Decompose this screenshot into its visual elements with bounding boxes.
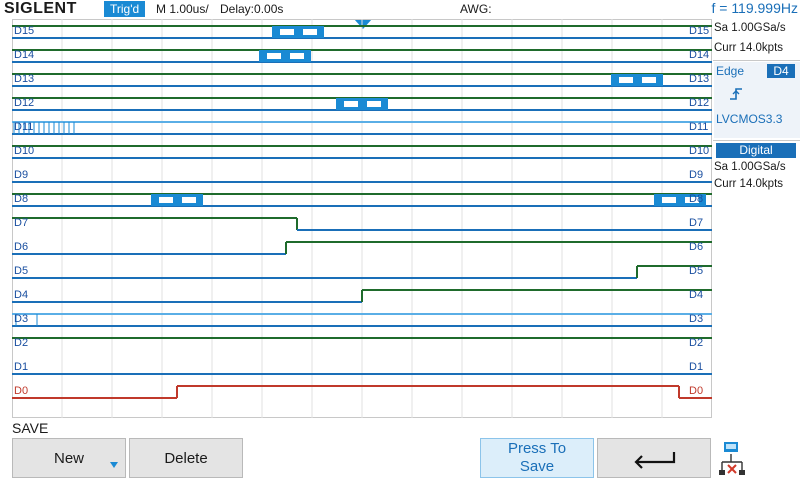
channel-label-d6-right[interactable]: D6 (689, 241, 703, 253)
channel-label-d13-left[interactable]: D13 (14, 73, 34, 85)
channel-label-d7-right[interactable]: D7 (689, 217, 703, 229)
digital-badge[interactable]: Digital (716, 143, 796, 158)
sample-rate-readout: Sa 1.00GSa/s (714, 22, 786, 34)
delay-readout[interactable]: Delay:0.00s (220, 2, 283, 16)
waveform-grid[interactable] (12, 19, 712, 418)
network-icon (719, 442, 745, 475)
trigger-source-badge: D4 (767, 64, 795, 78)
rising-edge-icon (730, 88, 742, 100)
new-button[interactable]: New (12, 438, 126, 478)
channel-label-d4-right[interactable]: D4 (689, 289, 703, 301)
digital-memory-depth-readout: Curr 14.0kpts (714, 178, 784, 190)
channel-label-d0-right[interactable]: D0 (689, 385, 703, 397)
channel-label-d14-left[interactable]: D14 (14, 49, 34, 61)
channel-label-d2-left[interactable]: D2 (14, 337, 28, 349)
back-button[interactable] (597, 438, 711, 478)
channel-label-d0-left[interactable]: D0 (14, 385, 28, 397)
delete-button-label: Delete (164, 449, 208, 467)
channel-label-d7-left[interactable]: D7 (14, 217, 28, 229)
channel-label-d2-right[interactable]: D2 (689, 337, 703, 349)
channel-label-d9-left[interactable]: D9 (14, 169, 28, 181)
digital-sample-rate-readout: Sa 1.00GSa/s (714, 161, 786, 173)
channel-label-d1-left[interactable]: D1 (14, 361, 28, 373)
chevron-down-icon (110, 462, 118, 468)
channel-label-d8-right[interactable]: D8 (689, 193, 703, 205)
press-to-save-line2: Save (519, 458, 555, 475)
channel-label-d8-left[interactable]: D8 (14, 193, 28, 205)
timebase-readout[interactable]: M 1.00us/ (156, 2, 209, 16)
channel-label-d9-right[interactable]: D9 (689, 169, 703, 181)
channel-label-d10-left[interactable]: D10 (14, 145, 34, 157)
channel-label-d3-left[interactable]: D3 (14, 313, 28, 325)
channel-label-d14-right[interactable]: D14 (689, 49, 709, 61)
channel-label-d6-left[interactable]: D6 (14, 241, 28, 253)
divider (713, 60, 800, 61)
menu-title: SAVE (12, 420, 49, 436)
channel-label-d11-right[interactable]: D11 (689, 121, 708, 133)
trigger-status-badge[interactable]: Trig'd (104, 1, 146, 17)
divider (713, 140, 800, 141)
trigger-type-label: Edge (716, 64, 745, 78)
channel-label-d10-right[interactable]: D10 (689, 145, 709, 157)
press-to-save-button[interactable]: Press To Save (480, 438, 594, 478)
new-button-label: New (53, 449, 84, 467)
channel-label-d12-right[interactable]: D12 (689, 97, 709, 109)
status-bar: SIGLENT Trig'd M 1.00us/ Delay:0.00s AWG… (0, 0, 800, 19)
channel-label-d13-right[interactable]: D13 (689, 73, 709, 85)
channel-label-d5-right[interactable]: D5 (689, 265, 703, 277)
channel-label-d11-left[interactable]: D11 (14, 121, 33, 133)
brand-logo: SIGLENT (4, 0, 77, 17)
awg-readout[interactable]: AWG: (460, 2, 492, 16)
channel-label-d1-right[interactable]: D1 (689, 361, 703, 373)
trigger-level-label: LVCMOS3.3 (716, 112, 783, 126)
return-arrow-icon (634, 452, 676, 469)
network-status (718, 440, 748, 478)
memory-depth-readout: Curr 14.0kpts (714, 42, 784, 54)
channel-label-d4-left[interactable]: D4 (14, 289, 28, 301)
channel-label-d5-left[interactable]: D5 (14, 265, 28, 277)
channel-label-d15-left[interactable]: D15 (14, 25, 34, 37)
channel-label-d15-right[interactable]: D15 (689, 25, 709, 37)
delete-button[interactable]: Delete (129, 438, 243, 478)
channel-label-d3-right[interactable]: D3 (689, 313, 703, 325)
frequency-readout: f = 119.999Hz (711, 0, 798, 16)
press-to-save-line1: Press To (507, 440, 567, 457)
channel-label-d12-left[interactable]: D12 (14, 97, 34, 109)
